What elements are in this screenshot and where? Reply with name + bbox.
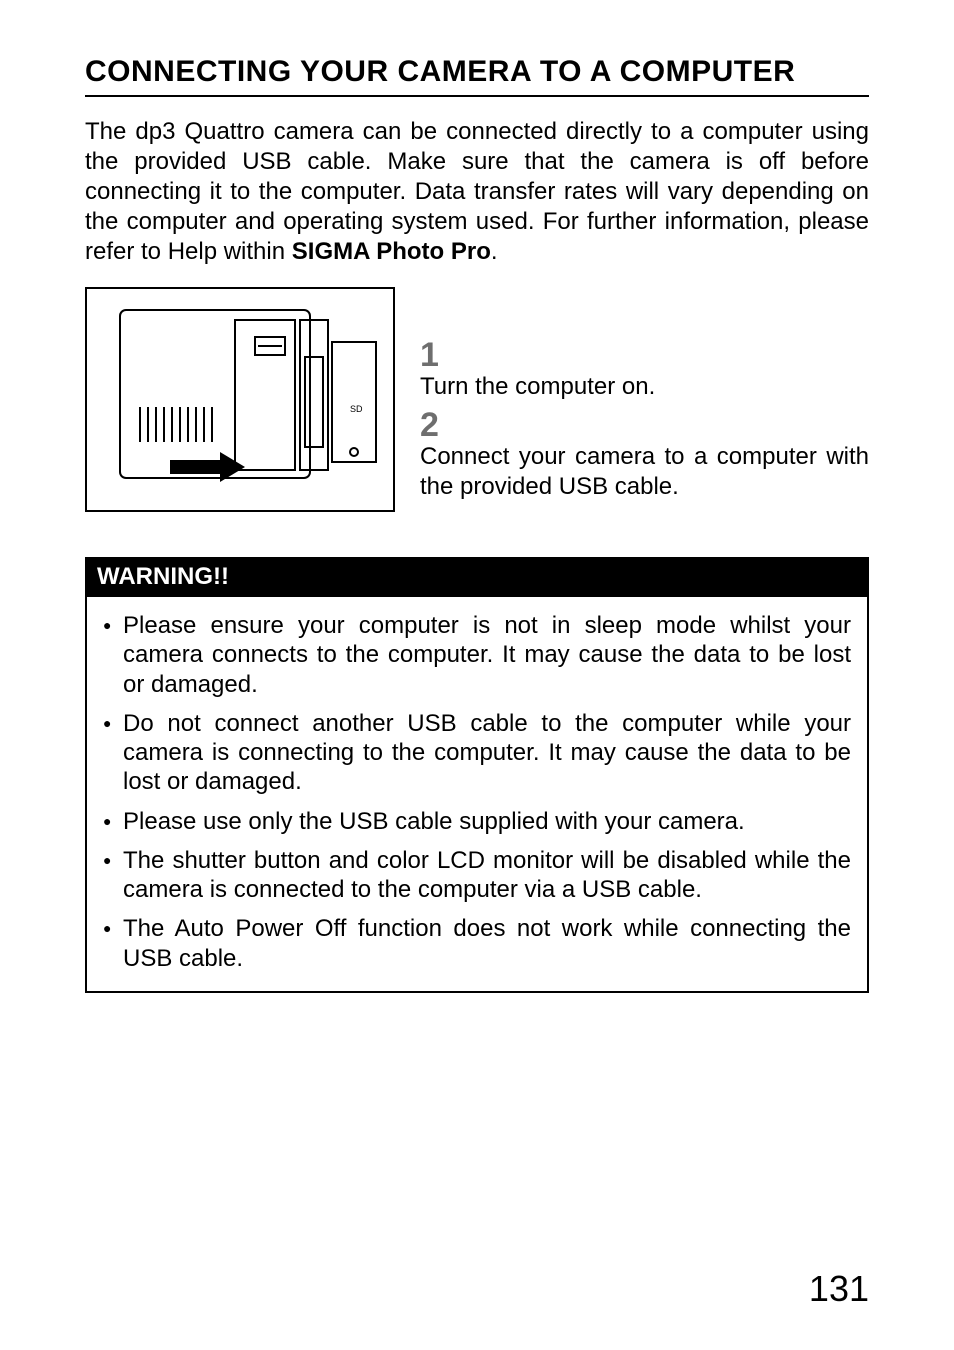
intro-bold: SIGMA Photo Pro — [292, 238, 491, 265]
warning-item: Do not connect another USB cable to the … — [103, 709, 851, 797]
step-text-1: Turn the computer on. — [420, 372, 869, 402]
warning-item: Please ensure your computer is not in sl… — [103, 611, 851, 699]
warning-item: Please use only the USB cable supplied w… — [103, 807, 851, 836]
intro-paragraph: The dp3 Quattro camera can be connected … — [85, 117, 869, 267]
warning-header: WARNING!! — [87, 559, 867, 597]
steps-column: 1 Turn the computer on. 2 Connect your c… — [420, 287, 869, 502]
step-text-2: Connect your camera to a computer with t… — [420, 442, 869, 502]
warning-list: Please ensure your computer is not in sl… — [87, 597, 867, 991]
sd-label-text: SD — [350, 404, 363, 414]
warning-item: The Auto Power Off function does not wor… — [103, 914, 851, 973]
step-number-1: 1 — [420, 338, 869, 372]
camera-illustration: SD — [100, 302, 380, 497]
intro-text-2: . — [491, 238, 498, 265]
camera-connection-figure: SD — [85, 287, 395, 512]
step-number-2: 2 — [420, 408, 869, 442]
warning-item: The shutter button and color LCD monitor… — [103, 846, 851, 905]
warning-box: WARNING!! Please ensure your computer is… — [85, 557, 869, 993]
page-number: 131 — [809, 1268, 869, 1310]
page-title: CONNECTING YOUR CAMERA TO A COMPUTER — [85, 55, 869, 97]
